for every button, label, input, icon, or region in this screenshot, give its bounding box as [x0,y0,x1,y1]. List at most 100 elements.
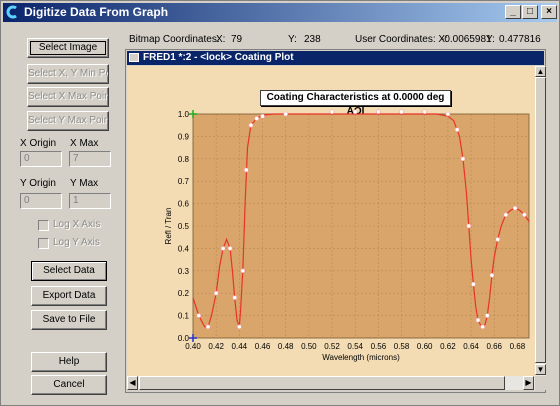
plot-window-title: FRED1 *:2 - <lock> Coating Plot [143,52,294,63]
bitmap-x-value: 79 [231,34,243,45]
plot-window: FRED1 *:2 - <lock> Coating Plot Coating … [125,49,546,393]
main-window: Digitize Data From Graph _ □ × Bitmap Co… [0,0,560,406]
y-origin-label: Y Origin [20,178,56,189]
x-tick-label: 0.50 [301,342,317,351]
x-tick-label: 0.56 [371,342,387,351]
data-point [283,111,288,117]
select-data-button[interactable]: Select Data [31,261,107,281]
data-point [503,212,509,218]
data-point [254,116,260,121]
plot-canvas[interactable]: Coating Characteristics at 0.0000 deg AO… [127,66,535,376]
select-y-max-point-button[interactable]: Select Y Max Point [27,111,109,131]
y-tick-label: 0.5 [178,222,190,231]
scroll-up-arrow-icon[interactable]: ▲ [535,66,546,77]
y-tick-label: 0.6 [178,200,190,209]
x-tick-label: 0.48 [278,342,294,351]
data-point [454,127,460,132]
scroll-left-arrow-icon[interactable]: ◀ [127,376,138,390]
x-tick-label: 0.66 [486,342,502,351]
vertical-scrollbar[interactable]: ▲ ▼ [535,66,546,376]
data-point [376,109,381,115]
app-icon [6,5,17,19]
x-tick-label: 0.62 [440,342,456,351]
user-y-label: Y: [486,34,495,45]
y-tick-label: 0.4 [178,244,190,253]
y-max-label: Y Max [70,178,99,189]
bitmap-x-label: X: [216,34,226,45]
y-max-field[interactable]: 1 [69,193,111,209]
y-axis-label: Refl / Tran [164,208,173,245]
data-point [489,272,495,278]
data-point [220,246,226,251]
horizontal-scroll-thumb[interactable] [139,376,505,390]
user-y-value: 0.477816 [499,34,541,45]
save-to-file-button[interactable]: Save to File [31,310,107,330]
bitmap-coordinates-label: Bitmap Coordinates: [129,34,220,45]
title-bar[interactable]: Digitize Data From Graph _ □ × [3,3,557,22]
log-y-axis-label: Log Y Axis [53,237,100,248]
y-tick-label: 0.7 [178,177,190,186]
x-tick-label: 0.52 [324,342,340,351]
maximize-button[interactable]: □ [522,5,538,19]
close-button[interactable]: × [541,5,557,19]
data-point [240,268,246,274]
data-point [237,324,242,330]
window-title: Digitize Data From Graph [24,5,169,19]
coating-chart: 0.00.10.20.30.40.50.60.70.80.91.00.40 0.4… [164,109,530,362]
data-point [399,109,404,115]
x-tick-label: 0.40 [185,342,201,351]
log-y-axis-checkbox[interactable] [38,238,49,249]
x-max-label: X Max [70,138,99,149]
data-point [484,313,490,318]
data-point [495,237,501,242]
export-data-button[interactable]: Export Data [31,286,107,306]
x-tick-label: 0.58 [394,342,410,351]
y-tick-label: 0.1 [178,312,190,321]
x-tick-label: 0.46 [255,342,271,351]
x-tick-label: 0.44 [232,342,248,351]
x-origin-label: X Origin [20,138,57,149]
log-x-axis-label: Log X Axis [53,219,101,230]
select-xy-min-point-button[interactable]: Select X, Y Min Point [27,64,109,84]
y-tick-label: 0.9 [178,132,190,141]
vertical-scroll-thumb[interactable] [535,77,546,363]
data-point [475,317,481,323]
horizontal-scrollbar[interactable]: ◀ ▶ [127,376,535,390]
data-point [213,290,219,296]
data-point [329,109,335,115]
select-x-max-point-button[interactable]: Select X Max Point [27,87,109,107]
data-point [196,313,202,318]
x-axis-label: Wavelength (microns) [322,353,400,362]
data-point [227,246,233,251]
x-tick-label: 0.64 [463,342,479,351]
data-point [232,295,238,300]
x-tick-label: 0.68 [510,342,526,351]
y-tick-label: 1.0 [178,110,190,119]
cancel-button[interactable]: Cancel [31,375,107,395]
data-point [522,212,527,218]
scroll-down-arrow-icon[interactable]: ▼ [535,364,546,375]
scroll-right-arrow-icon[interactable]: ▶ [523,376,534,390]
x-tick-label: 0.54 [347,342,363,351]
y-tick-label: 0.3 [178,267,190,276]
help-button[interactable]: Help [31,352,107,372]
data-point [260,113,265,119]
data-point [422,109,428,115]
y-tick-label: 0.2 [178,289,190,298]
data-point [243,167,249,173]
user-x-value: -0.0065981 [441,34,492,45]
x-origin-field[interactable]: 0 [20,151,62,167]
log-x-axis-checkbox[interactable] [38,220,49,231]
data-point [352,109,358,115]
y-origin-field[interactable]: 0 [20,193,62,209]
select-image-button[interactable]: Select Image [27,38,109,58]
data-point [205,324,211,330]
plot-window-title-bar[interactable]: FRED1 *:2 - <lock> Coating Plot [127,51,544,65]
x-tick-label: 0.60 [417,342,433,351]
bitmap-y-value: 238 [304,34,321,45]
data-point [471,281,476,287]
minimize-button[interactable]: _ [505,5,521,19]
bitmap-y-label: Y: [288,34,297,45]
x-max-field[interactable]: 7 [69,151,111,167]
user-coordinates-label: User Coordinates: X: [355,34,448,45]
